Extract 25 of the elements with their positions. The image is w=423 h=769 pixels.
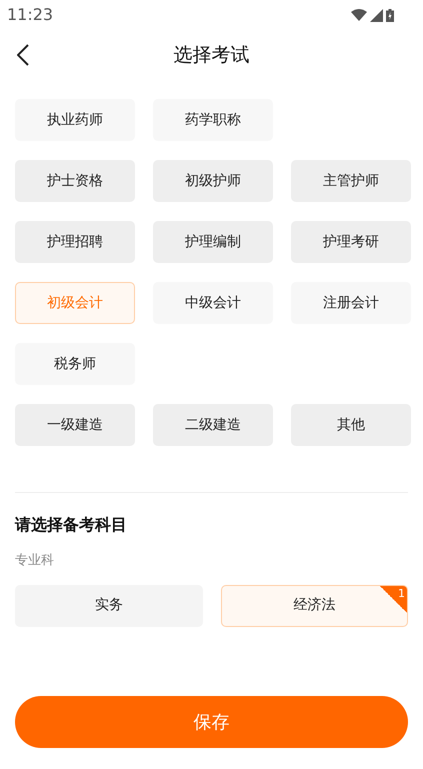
subject-option[interactable]: 实务: [15, 584, 202, 626]
exam-option[interactable]: 初级护师: [153, 160, 273, 202]
signal-icon: [370, 8, 383, 22]
exam-option[interactable]: 执业药师: [15, 99, 135, 141]
exam-option[interactable]: 护理招聘: [15, 221, 135, 263]
exam-option[interactable]: 主管护师: [291, 160, 411, 202]
back-icon: [17, 44, 29, 66]
exam-option[interactable]: 二级建造: [153, 404, 273, 446]
wifi-icon: [351, 9, 367, 21]
exam-option[interactable]: 注册会计: [291, 282, 411, 324]
exam-option[interactable]: 税务师: [15, 343, 135, 385]
exam-option[interactable]: 一级建造: [15, 404, 135, 446]
category-label: 专业科: [15, 552, 55, 570]
exam-option[interactable]: 药学职称: [153, 99, 273, 141]
exam-option[interactable]: 中级会计: [153, 282, 273, 324]
section-title: 请选择备考科目: [15, 514, 128, 536]
status-time: 11:23: [7, 4, 54, 26]
count-badge: 1: [380, 586, 407, 612]
exam-option[interactable]: 其他: [291, 404, 411, 446]
exam-option[interactable]: 护理编制: [153, 221, 273, 263]
battery-icon: [386, 8, 394, 22]
page-title: 选择考试: [174, 42, 250, 68]
exam-option[interactable]: 护士资格: [15, 160, 135, 202]
exam-option[interactable]: 护理考研: [291, 221, 411, 263]
subject-option[interactable]: 经济法 1: [220, 584, 408, 626]
